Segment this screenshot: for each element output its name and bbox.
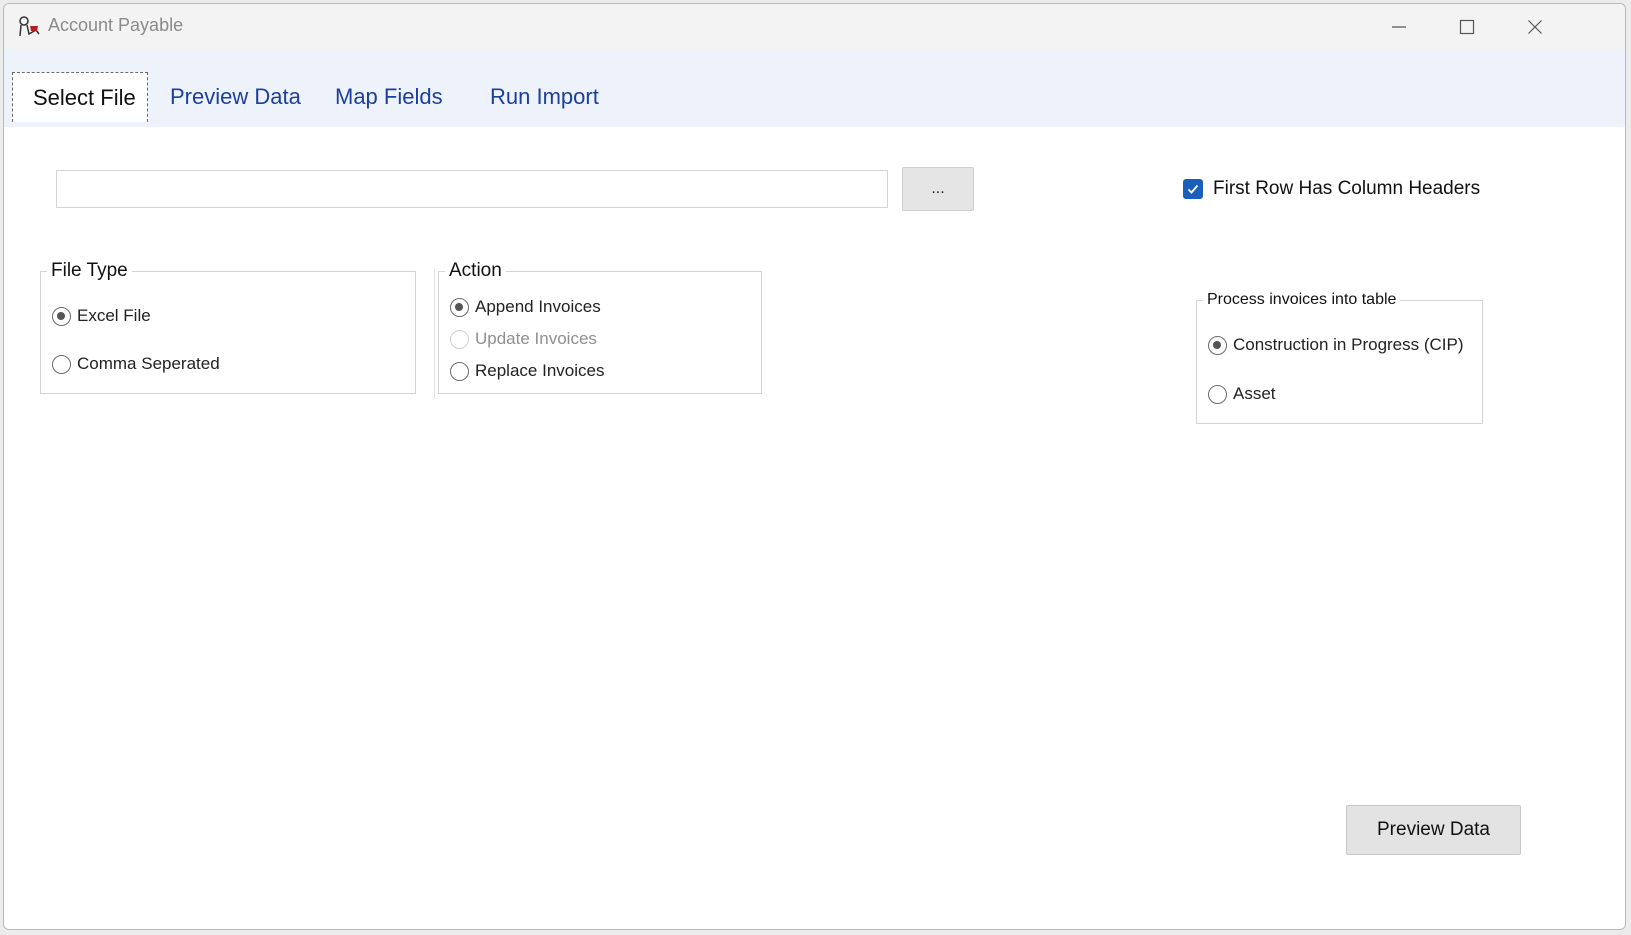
minimize-icon <box>1392 25 1406 28</box>
radio-label: Excel File <box>77 306 151 325</box>
minimize-button[interactable] <box>1365 4 1433 49</box>
radio-asset[interactable]: Asset <box>1208 384 1276 404</box>
radio-button <box>450 329 469 349</box>
radio-construction-in-progress[interactable]: Construction in Progress (CIP) <box>1208 335 1464 355</box>
group-divider <box>434 269 435 399</box>
radio-button[interactable] <box>1208 384 1227 404</box>
tab-map-fields[interactable]: Map Fields <box>315 72 463 122</box>
radio-button[interactable] <box>1208 335 1227 355</box>
radio-append-invoices[interactable]: Append Invoices <box>450 297 601 317</box>
app-window: Account Payable Select File Preview Data… <box>3 3 1626 930</box>
close-icon <box>1528 19 1542 34</box>
process-table-group: Process invoices into table <box>1196 291 1483 424</box>
radio-label: Update Invoices <box>475 329 597 348</box>
tab-select-file[interactable]: Select File <box>12 72 148 122</box>
radio-label: Replace Invoices <box>475 361 605 380</box>
tab-run-import[interactable]: Run Import <box>470 72 619 122</box>
radio-update-invoices: Update Invoices <box>450 329 597 349</box>
checkbox-checked[interactable] <box>1183 179 1203 199</box>
radio-button[interactable] <box>52 354 71 374</box>
first-row-headers-checkbox[interactable]: First Row Has Column Headers <box>1183 178 1480 200</box>
radio-button[interactable] <box>450 361 469 381</box>
maximize-button[interactable] <box>1433 4 1501 49</box>
window-title: Account Payable <box>48 15 184 35</box>
radio-label: Append Invoices <box>475 297 601 316</box>
radio-excel-file[interactable]: Excel File <box>52 306 151 326</box>
process-table-legend: Process invoices into table <box>1207 291 1397 308</box>
checkmark-icon <box>1187 184 1199 194</box>
radio-button[interactable] <box>52 306 71 326</box>
preview-data-button[interactable]: Preview Data <box>1346 805 1521 855</box>
radio-comma-separated[interactable]: Comma Seperated <box>52 354 220 374</box>
radio-label: Asset <box>1233 384 1276 403</box>
radio-label: Comma Seperated <box>77 354 220 373</box>
app-icon <box>19 16 40 37</box>
radio-replace-invoices[interactable]: Replace Invoices <box>450 361 604 381</box>
file-path-input[interactable] <box>56 170 888 208</box>
tab-preview-data[interactable]: Preview Data <box>150 72 321 122</box>
maximize-icon <box>1459 19 1475 34</box>
action-legend: Action <box>449 260 502 281</box>
tab-strip: Select File Preview Data Map Fields Run … <box>4 49 1625 127</box>
title-bar[interactable]: Account Payable <box>4 4 1625 49</box>
first-row-headers-label: First Row Has Column Headers <box>1213 178 1481 199</box>
file-type-legend: File Type <box>51 260 128 281</box>
radio-button[interactable] <box>450 297 469 317</box>
radio-label: Construction in Progress (CIP) <box>1233 335 1464 354</box>
close-button[interactable] <box>1501 4 1569 49</box>
browse-button[interactable]: ... <box>902 167 974 211</box>
